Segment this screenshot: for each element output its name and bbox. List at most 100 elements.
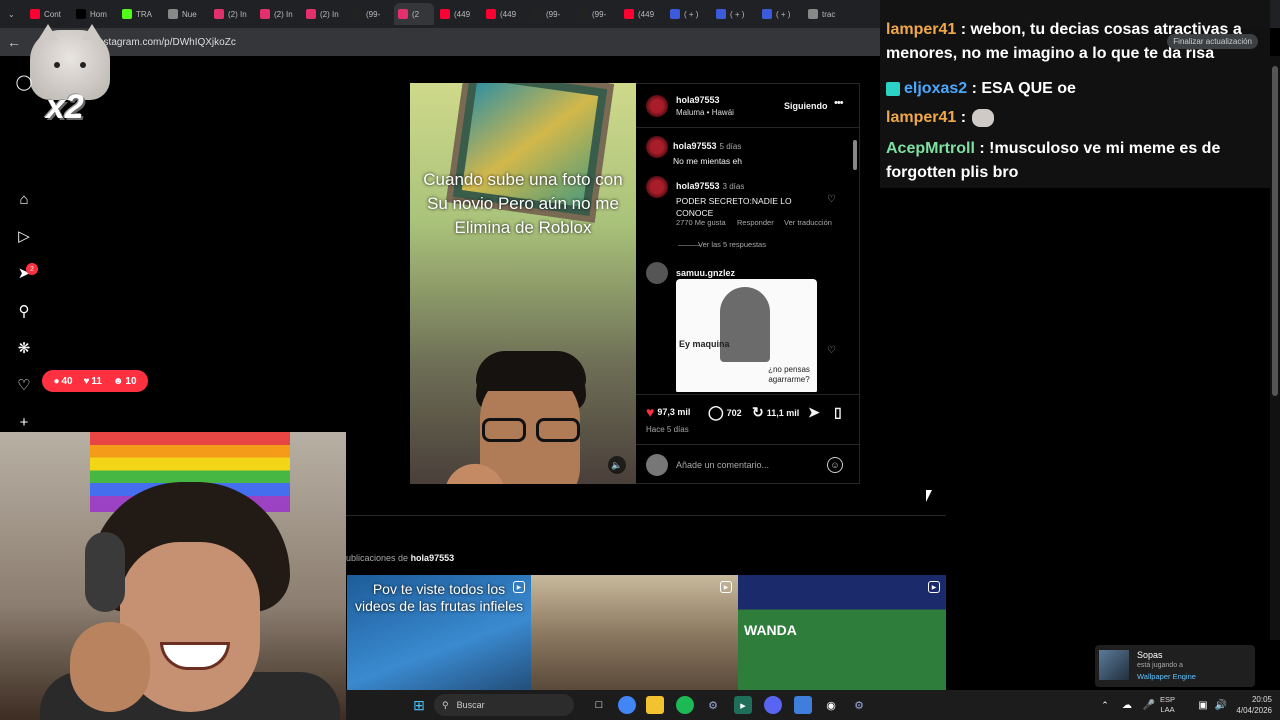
emoji-icon[interactable]: ☺ — [827, 457, 843, 473]
friend-name: Sopas — [1137, 650, 1163, 660]
meme-text-bottom: ¿no pensas agarrarme? — [768, 365, 810, 384]
steam-notification[interactable]: Sopas está jugando a Wallpaper Engine — [1095, 645, 1255, 687]
app-icon[interactable]: ▸ — [734, 696, 752, 714]
browser-tab[interactable]: (99- — [528, 3, 572, 25]
browser-tab[interactable]: Cont — [26, 3, 70, 25]
monitor-icon[interactable]: ▣ — [1194, 696, 1212, 714]
post-video[interactable]: Cuando sube una foto con Su novio Pero a… — [410, 83, 636, 484]
comment-meme-image[interactable]: Ey maquina ¿no pensas agarrarme? — [676, 279, 817, 392]
file-explorer-icon[interactable] — [646, 696, 664, 714]
onedrive-icon[interactable]: ☁ — [1118, 696, 1136, 714]
heart-icon[interactable]: ♡ — [15, 376, 33, 394]
like-button[interactable]: ♥ 97,3 mil — [646, 404, 690, 420]
post-thumbnail[interactable]: WANDA ▶ — [738, 575, 946, 690]
more-options-icon[interactable]: ••• — [834, 97, 844, 109]
add-comment-input[interactable]: Añade un comentario... — [676, 460, 769, 470]
following-button[interactable]: Siguiendo — [784, 101, 828, 111]
tray-chevron-icon[interactable]: ⌃ — [1096, 696, 1114, 714]
steam-icon[interactable]: ⚙ — [704, 696, 722, 714]
browser-tab[interactable]: Nue — [164, 3, 208, 25]
finish-update-button[interactable]: Finalizar actualización — [1167, 34, 1258, 49]
comment-like-icon[interactable]: ♡ — [827, 194, 836, 205]
add-comment-bar: Añade un comentario... ☺ — [636, 444, 860, 484]
tab-favicon-icon — [762, 9, 772, 19]
spotify-icon[interactable] — [676, 696, 694, 714]
comment-username[interactable]: hola97553 — [676, 181, 720, 191]
repost-button[interactable]: ↻ 11,1 mil — [752, 404, 799, 421]
comment-username[interactable]: samuu.gnzlez — [676, 268, 735, 278]
notepad-icon[interactable] — [794, 696, 812, 714]
instagram-logo-icon[interactable]: ◯ — [15, 73, 33, 91]
post-thumbnail[interactable]: ▶ — [531, 575, 738, 690]
tab-list-chevron-icon[interactable]: ⌄ — [4, 3, 24, 25]
chat-username[interactable]: lamper41 — [886, 109, 956, 126]
reply-link[interactable]: Responder — [737, 218, 774, 227]
browser-tab[interactable]: (2 — [394, 3, 434, 25]
browser-tab[interactable]: Hom — [72, 3, 116, 25]
reels-icon[interactable]: ▷ — [15, 227, 33, 245]
clock[interactable]: 20:05 4/04/2026 — [1236, 694, 1272, 716]
author-username[interactable]: hola97553 — [676, 95, 720, 105]
share-icon[interactable]: ➤ — [808, 404, 820, 421]
more-posts-user[interactable]: hola97553 — [411, 553, 455, 563]
browser-tab[interactable]: (2) In — [256, 3, 300, 25]
chrome-icon[interactable] — [618, 696, 636, 714]
comments-scrollbar[interactable] — [852, 130, 858, 392]
save-icon[interactable]: ▯ — [834, 404, 842, 421]
language-indicator[interactable]: ESP LAA — [1160, 695, 1175, 715]
chat-username[interactable]: lamper41 — [886, 21, 956, 38]
viewer-avatar — [646, 454, 668, 476]
page-scroll-thumb[interactable] — [1272, 66, 1278, 396]
browser-tab[interactable]: (449 — [482, 3, 526, 25]
post-thumbnail[interactable]: Pov te viste todos los videos de las fru… — [347, 575, 531, 690]
explore-icon[interactable]: ❋ — [15, 339, 33, 357]
discord-icon[interactable] — [764, 696, 782, 714]
browser-tab[interactable]: ( + ) — [712, 3, 756, 25]
volume-icon[interactable]: 🔊 — [1212, 696, 1230, 714]
author-avatar[interactable] — [646, 95, 668, 117]
chat-username[interactable]: AcepMrtroll — [886, 140, 975, 157]
tab-favicon-icon — [76, 9, 86, 19]
reposts-count: 11,1 mil — [766, 407, 800, 418]
browser-tab[interactable]: (449 — [620, 3, 664, 25]
comment-likes[interactable]: 2770 Me gusta — [676, 218, 726, 227]
page-scrollbar[interactable] — [1270, 56, 1280, 640]
comment-username[interactable]: hola97553 — [673, 141, 717, 151]
view-replies-link[interactable]: Ver las 5 respuestas — [698, 240, 766, 249]
scroll-thumb[interactable] — [853, 140, 857, 170]
comment-like-icon[interactable]: ♡ — [827, 345, 836, 356]
back-arrow-icon[interactable]: ← — [0, 34, 28, 50]
chat-username[interactable]: eljoxas2 — [904, 80, 967, 97]
url-text[interactable]: nstagram.com/p/DWhIQXjkoZc — [98, 37, 236, 48]
activity-pill[interactable]: ● 40 ♥ 11 ☻ 10 — [42, 370, 148, 392]
browser-tab[interactable]: ( + ) — [758, 3, 802, 25]
browser-tab[interactable]: (99- — [348, 3, 392, 25]
browser-tab[interactable]: (449 — [436, 3, 480, 25]
task-view-icon[interactable]: □ — [590, 696, 608, 714]
address-bar[interactable]: ← nstagram.com/p/DWhIQXjkoZc — [0, 28, 880, 56]
browser-tab[interactable]: trac — [804, 3, 848, 25]
volume-icon[interactable]: 🔈 — [608, 456, 626, 474]
create-icon[interactable]: + — [15, 413, 33, 431]
comment-avatar[interactable] — [646, 136, 668, 158]
browser-tab[interactable]: ( + ) — [666, 3, 710, 25]
translate-link[interactable]: Ver traducción — [784, 218, 832, 227]
obs-icon[interactable]: ◉ — [822, 696, 840, 714]
comment-button[interactable]: ◯ 702 — [708, 404, 742, 421]
browser-tab[interactable]: (2) In — [210, 3, 254, 25]
post-audio[interactable]: Maluma • Hawái — [676, 108, 734, 117]
browser-tab[interactable]: (99- — [574, 3, 618, 25]
windows-start-icon[interactable]: ⊞ — [410, 696, 428, 714]
comment-avatar[interactable] — [646, 262, 668, 284]
mic-icon[interactable]: 🎤 — [1140, 696, 1158, 714]
home-icon[interactable]: ⌂ — [15, 190, 33, 208]
taskbar-search[interactable]: ⚲ Buscar — [434, 694, 574, 716]
chat-message: lamper41 : — [886, 106, 1266, 130]
likes-count: 97,3 mil — [657, 407, 691, 417]
comment-avatar[interactable] — [646, 176, 668, 198]
steam-app-icon[interactable]: ⚙ — [850, 696, 868, 714]
browser-tab[interactable]: (2) In — [302, 3, 346, 25]
search-icon[interactable]: ⚲ — [15, 302, 33, 320]
lang-layout: LAA — [1160, 705, 1175, 714]
browser-tab[interactable]: TRA — [118, 3, 162, 25]
